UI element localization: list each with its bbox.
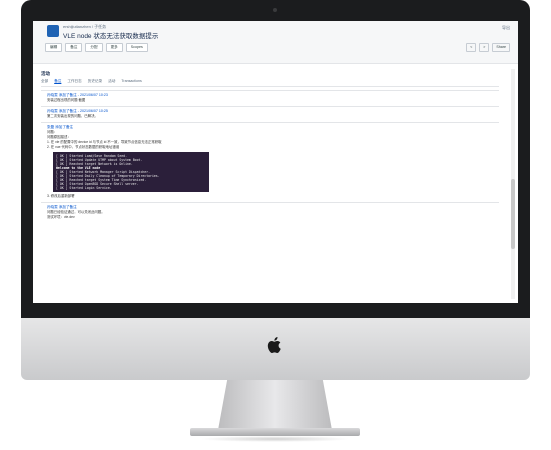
console-line: [ OK ] Started Login Service.: [56, 186, 112, 190]
toolbar-button[interactable]: 编辑: [45, 43, 63, 52]
share-button[interactable]: Share: [492, 43, 510, 52]
comment-item: 孙晓雯 添加了备注 问题已经验证通过，可以关闭此问题。 测试环境：vle.dev: [41, 202, 499, 223]
comment-item: 孙晓雯 添加了备注 - 2021/06/07 10:23 安装过程出现的问题 截…: [41, 90, 499, 106]
project-logo-icon: [47, 25, 59, 37]
tab-transactions[interactable]: Transactions: [121, 79, 141, 84]
issue-toolbar: 编辑 备注 分配 更多 Scopes: [45, 43, 148, 52]
stand-shadow: [200, 436, 350, 442]
monitor-chin: [21, 318, 530, 380]
toolbar-button[interactable]: 更多: [105, 43, 123, 52]
tab-all[interactable]: 全部: [41, 79, 48, 84]
issue-header: ershijiutianzhen / 子任务 VLE node 状态无法获取数据…: [33, 21, 518, 64]
tab-activity[interactable]: 活动: [108, 79, 115, 84]
activity-section: 活动 全部 备注 工作日志 历史记录 活动 Transactions 孙晓雯 添…: [41, 69, 499, 299]
next-button[interactable]: >: [479, 43, 490, 52]
comment-line: 第二次安装出现的问题，已解决。: [47, 114, 98, 118]
monitor-base: [190, 428, 360, 436]
comment-line: 2. 在 vue 代码中，节点状态数据的获取地址错误: [47, 145, 120, 149]
issue-title: VLE node 状态无法获取数据提示: [63, 33, 159, 40]
right-toolbar: < > Share: [466, 43, 510, 52]
toolbar-button[interactable]: Scopes: [125, 43, 148, 52]
apple-logo-icon: [267, 337, 281, 353]
imac-mockup: ershijiutianzhen / 子任务 VLE node 状态无法获取数据…: [0, 0, 551, 450]
toolbar-button[interactable]: 分配: [85, 43, 103, 52]
activity-tabs: 全部 备注 工作日志 历史记录 活动 Transactions: [41, 79, 499, 87]
camera-icon: [273, 8, 277, 12]
tab-worklog[interactable]: 工作日志: [67, 79, 81, 84]
activity-heading: 活动: [41, 71, 50, 76]
comment-item: 张磊 添加了备注 问题： 问题原因描述： 1. 在 vle 的配置中的 devi…: [41, 122, 499, 202]
comment-item: 孙晓雯 添加了备注 - 2021/06/07 10:25 第二次安装出现的问题，…: [41, 106, 499, 122]
monitor-stand: [218, 380, 332, 430]
toolbar-button[interactable]: 备注: [65, 43, 83, 52]
comment-line: 安装过程出现的问题 截图: [47, 98, 86, 102]
vertical-scrollbar[interactable]: [511, 69, 515, 299]
tab-comments[interactable]: 备注: [54, 79, 61, 84]
monitor-screen: ershijiutianzhen / 子任务 VLE node 状态无法获取数据…: [33, 21, 518, 303]
console-screenshot: [ OK ] Started Load/Save Random Seed. [ …: [53, 152, 209, 192]
tab-history[interactable]: 历史记录: [88, 79, 102, 84]
comment-line: 测试环境：vle.dev: [47, 215, 75, 219]
prev-button[interactable]: <: [466, 43, 477, 52]
monitor-bezel: ershijiutianzhen / 子任务 VLE node 状态无法获取数据…: [21, 0, 530, 318]
scrollbar-thumb[interactable]: [511, 179, 515, 249]
comment-line: 3. 修改后重新部署: [47, 194, 75, 198]
export-button[interactable]: 导出: [502, 25, 510, 31]
